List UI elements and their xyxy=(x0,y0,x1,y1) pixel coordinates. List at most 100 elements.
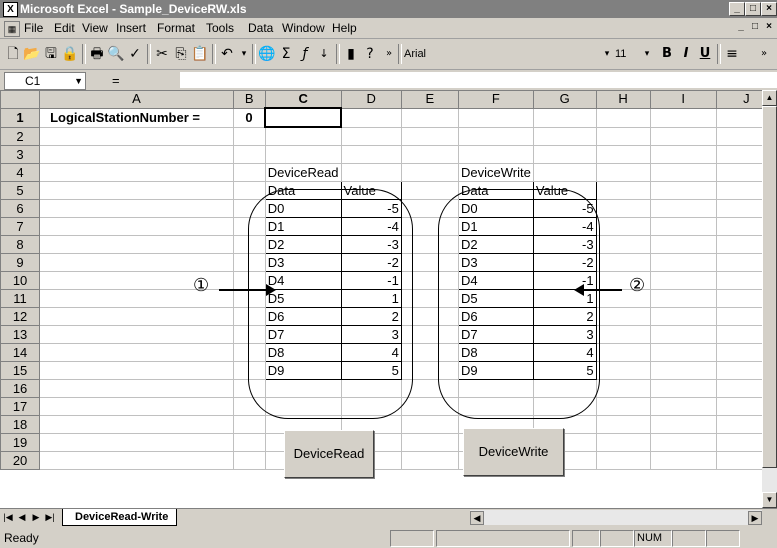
menu-edit[interactable]: Edit xyxy=(54,21,75,35)
cell[interactable] xyxy=(400,217,459,236)
cell[interactable] xyxy=(400,107,459,128)
device-name-cell[interactable]: D3 xyxy=(264,253,342,272)
cell[interactable] xyxy=(649,107,717,128)
device-value-cell[interactable]: 2 xyxy=(340,307,402,326)
menu-data[interactable]: Data xyxy=(248,21,273,35)
device-write-title[interactable]: DeviceWrite xyxy=(457,163,534,182)
cell[interactable] xyxy=(595,163,651,182)
menu-window[interactable]: Window xyxy=(282,21,325,35)
device-value-cell[interactable]: -5 xyxy=(340,199,402,218)
cell[interactable] xyxy=(264,379,342,398)
cell-logical-station-value[interactable]: 0 xyxy=(232,107,266,128)
cell[interactable] xyxy=(39,145,234,164)
cell[interactable] xyxy=(39,415,234,434)
cell[interactable] xyxy=(400,343,459,362)
autosum-icon[interactable]: Σ xyxy=(277,45,295,63)
row-header[interactable]: 16 xyxy=(0,379,41,398)
device-name-cell[interactable]: D1 xyxy=(264,217,342,236)
device-value-cell[interactable]: -4 xyxy=(340,217,402,236)
cell[interactable] xyxy=(264,397,342,416)
cell[interactable] xyxy=(532,397,597,416)
device-name-cell[interactable]: D9 xyxy=(264,361,342,380)
row-header[interactable]: 13 xyxy=(0,325,41,344)
spelling-icon[interactable]: ✓ xyxy=(126,45,144,63)
cell[interactable] xyxy=(232,397,266,416)
cell[interactable] xyxy=(649,379,717,398)
formula-equals[interactable]: = xyxy=(112,73,120,88)
cell[interactable] xyxy=(649,415,717,434)
doc-restore-button[interactable]: □ xyxy=(749,21,761,33)
cell[interactable] xyxy=(649,325,717,344)
menu-tools[interactable]: Tools xyxy=(206,21,234,35)
cell[interactable] xyxy=(232,253,266,272)
cell[interactable] xyxy=(532,145,597,164)
column-header[interactable]: I xyxy=(649,90,717,109)
cell[interactable] xyxy=(232,199,266,218)
row-header[interactable]: 1 xyxy=(0,107,41,128)
horizontal-scrollbar[interactable]: ◀ ▶ xyxy=(470,510,762,525)
italic-button[interactable]: I xyxy=(677,45,695,63)
new-icon[interactable]: 🗋 xyxy=(4,45,22,63)
device-value-cell[interactable]: 5 xyxy=(340,361,402,380)
device-name-cell[interactable]: D9 xyxy=(457,361,534,380)
cell[interactable] xyxy=(39,433,234,452)
cell[interactable] xyxy=(232,433,266,452)
cell[interactable] xyxy=(400,379,459,398)
cell[interactable] xyxy=(595,325,651,344)
cell[interactable] xyxy=(39,253,234,272)
cell[interactable] xyxy=(649,253,717,272)
cell-selected[interactable] xyxy=(264,107,343,128)
read-header-data[interactable]: Data xyxy=(264,181,342,200)
row-header[interactable]: 17 xyxy=(0,397,41,416)
cell[interactable] xyxy=(39,379,234,398)
bold-button[interactable]: B xyxy=(658,45,676,63)
cell[interactable] xyxy=(457,107,534,128)
scroll-right-icon[interactable]: ▶ xyxy=(748,511,762,525)
device-name-cell[interactable]: D1 xyxy=(457,217,534,236)
row-header[interactable]: 9 xyxy=(0,253,41,272)
cell[interactable] xyxy=(39,217,234,236)
cell[interactable] xyxy=(649,181,717,200)
cell[interactable] xyxy=(649,433,717,452)
device-name-cell[interactable]: D2 xyxy=(264,235,342,254)
cell[interactable] xyxy=(595,253,651,272)
cell[interactable] xyxy=(264,145,342,164)
cell[interactable] xyxy=(232,451,266,470)
cell-logical-station-label[interactable]: LogicalStationNumber = xyxy=(39,107,234,128)
cell[interactable] xyxy=(457,145,534,164)
cell[interactable] xyxy=(232,145,266,164)
column-header[interactable]: A xyxy=(39,90,234,109)
column-header[interactable]: G xyxy=(532,90,597,109)
device-value-cell[interactable]: -4 xyxy=(532,217,597,236)
column-header[interactable]: H xyxy=(595,90,651,109)
close-button[interactable]: × xyxy=(761,2,777,16)
device-value-cell[interactable]: -5 xyxy=(532,199,597,218)
cell[interactable] xyxy=(532,379,597,398)
hyperlink-icon[interactable]: 🌐 xyxy=(258,45,276,63)
help-icon[interactable]: ? xyxy=(361,45,379,63)
cell[interactable] xyxy=(232,235,266,254)
device-value-cell[interactable]: 5 xyxy=(532,361,597,380)
column-header[interactable]: E xyxy=(400,90,459,109)
name-box[interactable]: C1 ▼ xyxy=(4,72,86,90)
device-write-button[interactable]: DeviceWrite xyxy=(463,428,564,476)
device-value-cell[interactable]: 2 xyxy=(532,307,597,326)
cell[interactable] xyxy=(232,126,266,146)
cell[interactable] xyxy=(649,397,717,416)
cell[interactable] xyxy=(340,107,402,128)
row-header[interactable]: 5 xyxy=(0,181,41,200)
device-name-cell[interactable]: D5 xyxy=(264,289,342,308)
cell[interactable] xyxy=(39,343,234,362)
cell[interactable] xyxy=(595,415,651,434)
cell[interactable] xyxy=(400,361,459,380)
cell[interactable] xyxy=(649,199,717,218)
cell[interactable] xyxy=(457,126,534,146)
device-value-cell[interactable]: -1 xyxy=(532,271,597,290)
cell[interactable] xyxy=(400,325,459,344)
cell[interactable] xyxy=(232,361,266,380)
undo-icon[interactable]: ↶ xyxy=(218,45,236,63)
paste-icon[interactable]: 📋 xyxy=(191,45,209,63)
spreadsheet-table[interactable]: A B C D E F G H I J 1 LogicalStationNumbe… xyxy=(0,90,777,470)
scroll-up-icon[interactable]: ▲ xyxy=(762,90,777,106)
sheet-tab-active[interactable]: DeviceRead-Write xyxy=(62,509,178,526)
